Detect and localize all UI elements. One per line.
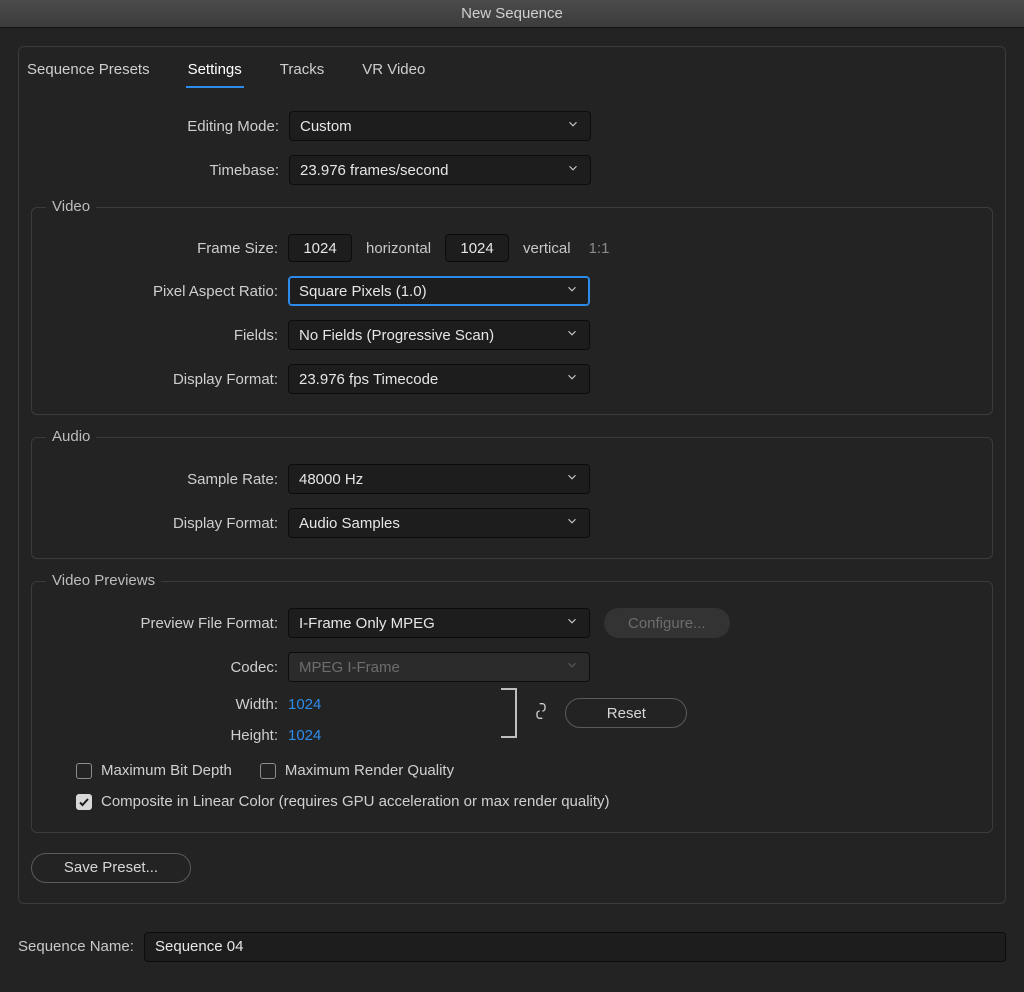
display-format-dropdown[interactable]: 23.976 fps Timecode (288, 364, 590, 394)
chevron-down-icon (565, 326, 579, 344)
audio-display-format-label: Display Format: (44, 515, 288, 532)
chevron-down-icon (565, 370, 579, 388)
chevron-down-icon (566, 161, 580, 179)
configure-button: Configure... (604, 608, 730, 638)
preview-height-input[interactable]: 1024 (288, 727, 321, 744)
sample-rate-value: 48000 Hz (299, 471, 363, 488)
preview-file-format-label: Preview File Format: (44, 615, 288, 632)
preview-file-format-value: I-Frame Only MPEG (299, 615, 435, 632)
pixel-aspect-ratio-label: Pixel Aspect Ratio: (44, 283, 288, 300)
composite-linear-checkbox[interactable]: Composite in Linear Color (requires GPU … (76, 793, 610, 810)
maximum-bit-depth-label: Maximum Bit Depth (101, 762, 232, 779)
settings-panel: Editing Mode: Custom Timebase: 23.976 fr… (18, 87, 1006, 904)
sequence-name-label: Sequence Name: (18, 938, 144, 955)
checkbox-icon (260, 763, 276, 779)
dialog-title: New Sequence (461, 5, 563, 22)
tab-sequence-presets[interactable]: Sequence Presets (25, 57, 152, 87)
frame-height-input[interactable]: 1024 (445, 234, 509, 262)
audio-display-format-dropdown[interactable]: Audio Samples (288, 508, 590, 538)
timebase-dropdown[interactable]: 23.976 frames/second (289, 155, 591, 185)
display-format-value: 23.976 fps Timecode (299, 371, 438, 388)
composite-linear-label: Composite in Linear Color (requires GPU … (101, 793, 610, 810)
video-group-title: Video (46, 198, 96, 215)
tab-row: Sequence Presets Settings Tracks VR Vide… (18, 46, 1006, 87)
frame-size-label: Frame Size: (44, 240, 288, 257)
editing-mode-dropdown[interactable]: Custom (289, 111, 591, 141)
chevron-down-icon (565, 658, 579, 676)
tab-settings[interactable]: Settings (186, 57, 244, 88)
video-previews-group: Video Previews Preview File Format: I-Fr… (31, 581, 993, 833)
sequence-name-value: Sequence 04 (155, 938, 243, 955)
fields-label: Fields: (44, 327, 288, 344)
sample-rate-label: Sample Rate: (44, 471, 288, 488)
editing-mode-label: Editing Mode: (31, 118, 289, 135)
link-dimensions-icon[interactable] (533, 701, 549, 725)
chevron-down-icon (565, 470, 579, 488)
frame-width-input[interactable]: 1024 (288, 234, 352, 262)
codec-dropdown: MPEG I-Frame (288, 652, 590, 682)
sequence-name-input[interactable]: Sequence 04 (144, 932, 1006, 962)
preview-width-input[interactable]: 1024 (288, 696, 321, 713)
video-previews-title: Video Previews (46, 572, 161, 589)
chevron-down-icon (565, 614, 579, 632)
dialog-body: Sequence Presets Settings Tracks VR Vide… (0, 28, 1024, 992)
audio-group-title: Audio (46, 428, 96, 445)
maximum-render-quality-label: Maximum Render Quality (285, 762, 454, 779)
video-group: Video Frame Size: 1024 horizontal 1024 v… (31, 207, 993, 415)
pixel-aspect-ratio-dropdown[interactable]: Square Pixels (1.0) (288, 276, 590, 306)
preview-width-label: Width: (44, 696, 288, 713)
audio-display-format-value: Audio Samples (299, 515, 400, 532)
maximum-bit-depth-checkbox[interactable]: Maximum Bit Depth (76, 762, 232, 779)
maximum-render-quality-checkbox[interactable]: Maximum Render Quality (260, 762, 454, 779)
chevron-down-icon (566, 117, 580, 135)
vertical-label: vertical (523, 240, 571, 257)
audio-group: Audio Sample Rate: 48000 Hz Display Form… (31, 437, 993, 559)
link-bracket-icon (501, 688, 517, 738)
checkbox-checked-icon (76, 794, 92, 810)
tab-tracks[interactable]: Tracks (278, 57, 326, 87)
display-format-label: Display Format: (44, 371, 288, 388)
save-preset-button[interactable]: Save Preset... (31, 853, 191, 883)
chevron-down-icon (565, 514, 579, 532)
timebase-label: Timebase: (31, 162, 289, 179)
codec-label: Codec: (44, 659, 288, 676)
fields-value: No Fields (Progressive Scan) (299, 327, 494, 344)
preview-height-label: Height: (44, 727, 288, 744)
preview-file-format-dropdown[interactable]: I-Frame Only MPEG (288, 608, 590, 638)
codec-value: MPEG I-Frame (299, 659, 400, 676)
horizontal-label: horizontal (366, 240, 431, 257)
reset-button[interactable]: Reset (565, 698, 687, 728)
frame-aspect-ratio: 1:1 (589, 240, 610, 257)
chevron-down-icon (565, 282, 579, 300)
fields-dropdown[interactable]: No Fields (Progressive Scan) (288, 320, 590, 350)
editing-mode-value: Custom (300, 118, 352, 135)
sample-rate-dropdown[interactable]: 48000 Hz (288, 464, 590, 494)
titlebar: New Sequence (0, 0, 1024, 28)
pixel-aspect-ratio-value: Square Pixels (1.0) (299, 283, 427, 300)
tab-vr-video[interactable]: VR Video (360, 57, 427, 87)
timebase-value: 23.976 frames/second (300, 162, 448, 179)
checkbox-icon (76, 763, 92, 779)
